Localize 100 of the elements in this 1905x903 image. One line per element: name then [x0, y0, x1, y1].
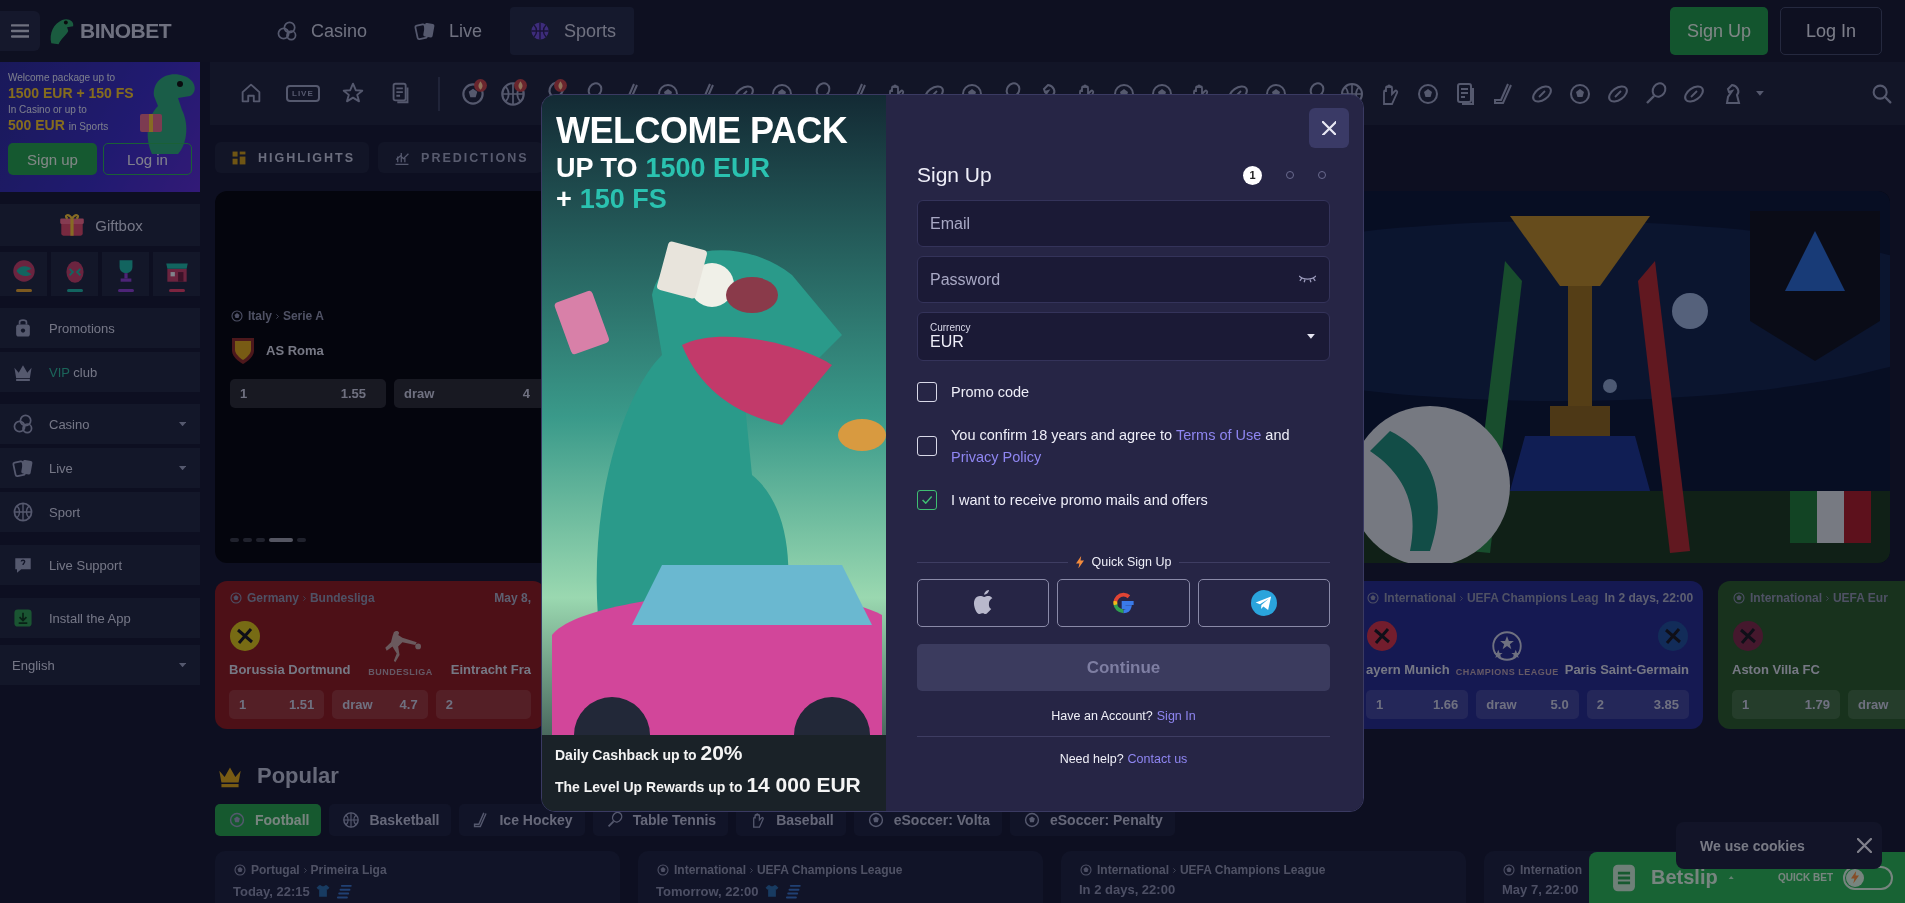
chevron-icon — [1826, 595, 1829, 601]
feed-tab[interactable]: HIGHLIGHTS — [215, 142, 370, 173]
soccer-ball-icon — [1079, 863, 1093, 877]
nav-tab[interactable]: Casino — [257, 7, 386, 55]
google-icon — [1110, 590, 1137, 616]
sidebar-item[interactable]: VIP club — [0, 352, 200, 392]
password-field[interactable]: Password — [917, 256, 1330, 303]
match-card[interactable]: International UEFA Champions League Tomorrow, 22:00 — [638, 851, 1043, 903]
promo-text: In Casino or up to — [8, 103, 88, 117]
soccer-ball-icon — [656, 863, 670, 877]
quick-bet-toggle[interactable] — [1843, 865, 1893, 890]
league-name: UEFA Champions League — [1179, 863, 1326, 877]
match-card[interactable]: International UEFA Eur Aston Villa FC 1 1.79 draw — [1718, 581, 1905, 729]
check-icon — [921, 496, 933, 504]
social-sign-up-button[interactable] — [1057, 579, 1190, 627]
betslip-label: Betslip — [1651, 866, 1718, 889]
sport-chip[interactable]: Ice Hockey — [459, 804, 585, 836]
basketball-icon — [11, 500, 35, 524]
menu-button[interactable] — [0, 11, 40, 51]
soccer-ball-icon — [1022, 810, 1042, 830]
sign-up-button[interactable]: Sign Up — [1670, 7, 1768, 55]
country-name: International — [674, 863, 746, 877]
checkbox[interactable] — [917, 382, 937, 402]
sign-up-button[interactable]: Sign up — [8, 143, 97, 175]
dialog-title: Sign Up — [917, 163, 992, 187]
slide-indicator[interactable] — [269, 538, 293, 542]
chevron-icon — [276, 313, 279, 319]
team-name: ayern Munich — [1366, 662, 1450, 677]
team-name: Borussia Dortmund — [229, 662, 351, 677]
soccer-ball-icon — [1366, 591, 1380, 605]
close-button[interactable] — [1309, 108, 1349, 148]
social-sign-up-button[interactable] — [1197, 579, 1330, 627]
section-label: Quick Sign Up — [1091, 555, 1172, 569]
sign-in-link[interactable]: Sign In — [1156, 709, 1196, 723]
social-sign-up-button[interactable] — [917, 579, 1050, 627]
promo-title: WELCOME PACK — [556, 109, 849, 153]
lightning-icon — [1851, 871, 1859, 884]
match-card[interactable]: International UEFA Champions League In 2 days, 22:00 — [1061, 851, 1466, 903]
basketball-icon — [341, 810, 362, 830]
caret-icon[interactable] — [1755, 91, 1764, 96]
feed-tab[interactable]: PREDICTIONS — [378, 142, 543, 173]
sport-chip[interactable]: Basketball — [329, 804, 452, 836]
team-name: Aston Villa FC — [1732, 662, 1820, 677]
giftbox-button[interactable]: Giftbox — [0, 204, 200, 246]
chips-icon — [275, 19, 299, 43]
close-icon — [1321, 120, 1337, 136]
country-name: Portugal — [251, 863, 300, 877]
footer-text: Have an Account? — [1051, 709, 1153, 723]
section-title: Popular — [257, 763, 339, 789]
close-button[interactable] — [1857, 838, 1872, 853]
chevron-icon — [303, 595, 306, 601]
game-tile[interactable] — [0, 252, 47, 296]
country-name: International — [1750, 591, 1822, 605]
country-name: Internation — [1520, 863, 1582, 877]
sport-chip[interactable]: Football — [215, 804, 322, 836]
cookie-text: We use cookies — [1700, 837, 1805, 854]
lightning-icon — [1075, 555, 1084, 569]
soccer-ball-icon — [1732, 591, 1746, 605]
menu-icon — [10, 24, 30, 38]
nav-tab[interactable]: Live — [395, 7, 501, 55]
sidebar-item[interactable]: Install the App — [0, 598, 200, 638]
stats-icon — [784, 882, 803, 900]
email-field[interactable]: Email — [917, 200, 1330, 247]
game-tile[interactable] — [102, 252, 149, 296]
text-link[interactable]: Terms of Use — [1175, 427, 1262, 443]
closed-eye-icon[interactable] — [1298, 275, 1316, 284]
odds-button[interactable]: 1 1.55 — [230, 379, 386, 408]
sidebar-item[interactable]: Promotions — [0, 308, 200, 348]
sidebar-item[interactable]: Casino — [0, 404, 200, 444]
nav-tab[interactable]: Sports — [510, 7, 635, 55]
language-select[interactable]: English — [0, 645, 200, 685]
promo-text: Welcome package up to — [8, 71, 117, 85]
close-icon — [1857, 838, 1872, 853]
promo-amount: 150 FS — [579, 184, 667, 215]
checkbox[interactable] — [917, 436, 937, 456]
country-name: Italy — [248, 309, 272, 323]
sidebar-item[interactable]: Live — [0, 448, 200, 488]
live-button[interactable]: LIVE — [286, 85, 320, 102]
sidebar-item[interactable]: Sport — [0, 492, 200, 532]
contact-link[interactable]: Contact us — [1127, 752, 1188, 766]
text-link[interactable]: Privacy Policy — [951, 449, 1042, 465]
league-name: UEFA Eur — [1832, 591, 1888, 605]
promo-text: UP TO — [556, 153, 638, 184]
checkbox-label: You confirm 18 years and agree to Terms of Use and Privacy Policy — [951, 426, 1291, 467]
game-tile[interactable] — [51, 252, 98, 296]
soccer-ball-icon — [230, 309, 244, 323]
checkbox[interactable] — [917, 490, 937, 510]
perk-text: The Level Up Rewards up to 14 000 EUR — [555, 773, 861, 797]
telegram-icon — [1250, 590, 1277, 616]
soccer-ball-icon — [233, 863, 247, 877]
checkbox-label: Promo code — [951, 383, 1030, 402]
log-in-button[interactable]: Log In — [1780, 7, 1882, 55]
match-time: In 2 days, 22:00 — [1079, 882, 1176, 897]
currency-select[interactable]: Currency EUR — [917, 312, 1330, 361]
country-name: International — [1097, 863, 1169, 877]
team-name: AS Roma — [266, 342, 324, 358]
sidebar-item[interactable]: Live Support — [0, 545, 200, 585]
brand-name: BINOBET — [80, 19, 171, 43]
game-tile[interactable] — [153, 252, 200, 296]
match-card[interactable]: Portugal Primeira Liga Today, 22:15 — [215, 851, 620, 903]
